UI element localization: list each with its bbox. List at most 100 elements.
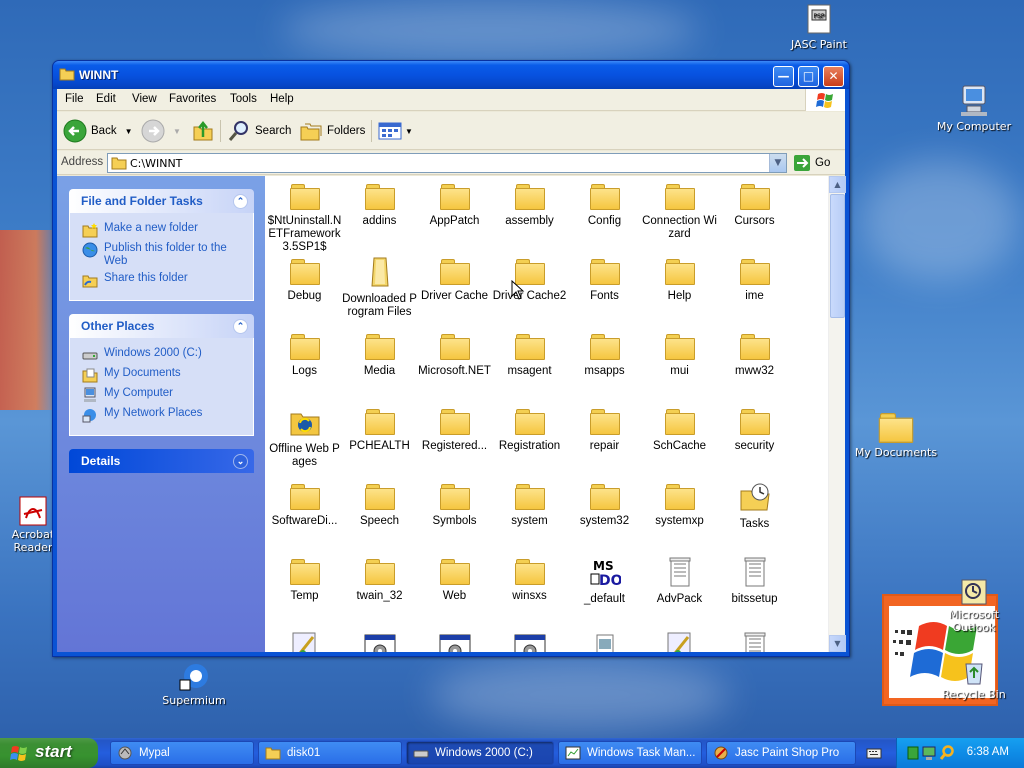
folder-item[interactable]: Registration [492,406,567,453]
folder-item[interactable]: SoftwareDi... [267,481,342,528]
taskbar-task-windows-task-manager[interactable]: Windows Task Man... [558,741,702,765]
file-item[interactable] [417,631,492,652]
collapse-chevron-icon[interactable]: ⌃ [233,319,248,334]
desktop-icon-my-documents[interactable]: My Documents [854,412,938,459]
folder-item[interactable]: Temp [267,556,342,603]
file-item[interactable]: bitssetup [717,556,792,606]
scroll-down-button[interactable]: ▼ [829,635,846,652]
views-button[interactable]: ▼ [377,119,413,143]
close-button[interactable]: ✕ [823,66,844,87]
title-bar[interactable]: WINNT — □ ✕ [53,61,849,89]
folder-item[interactable]: msagent [492,331,567,378]
folder-item[interactable]: system32 [567,481,642,528]
folder-item[interactable]: Cursors [717,181,792,228]
publish-to-web-link[interactable]: Publish this folder to the Web [82,242,247,268]
go-button[interactable]: Go [793,154,830,172]
taskbar-task-windows-2000-c[interactable]: Windows 2000 (C:) [406,741,554,765]
folder-item[interactable]: Downloaded Program Files [342,256,417,319]
make-new-folder-link[interactable]: Make a new folder [82,222,247,238]
folder-item[interactable]: Symbols [417,481,492,528]
folder-item[interactable]: Web [417,556,492,603]
maximize-button[interactable]: □ [798,66,819,87]
folder-item[interactable]: repair [567,406,642,453]
folder-item[interactable]: twain_32 [342,556,417,603]
folder-item[interactable]: $NtUninstall.NETFramework3.5SP1$ [267,181,342,254]
taskbar-task-jasc-paint-shop-pro[interactable]: Jasc Paint Shop Pro [706,741,856,765]
taskbar-task-mypal[interactable]: Mypal [110,741,254,765]
share-folder-link[interactable]: Share this folder [82,272,247,288]
keyboard-icon[interactable] [866,746,882,760]
menu-tools[interactable]: Tools [230,93,257,105]
menu-help[interactable]: Help [270,93,294,105]
folder-item[interactable]: mww32 [717,331,792,378]
taskbar-task-disk01[interactable]: disk01 [258,741,402,765]
folder-item[interactable]: Offline Web Pages [267,406,342,469]
file-item[interactable] [642,631,717,652]
folder-item[interactable]: Help [642,256,717,303]
place-my-documents-link[interactable]: My Documents [82,367,247,383]
folder-item[interactable]: SchCache [642,406,717,453]
folder-item[interactable]: Tasks [717,481,792,531]
file-item[interactable] [342,631,417,652]
menu-edit[interactable]: Edit [96,93,116,105]
folder-item[interactable]: Debug [267,256,342,303]
desktop-icon-microsoft-outlook[interactable]: Microsoft Outlook [932,578,1016,634]
folder-item[interactable]: systemxp [642,481,717,528]
desktop-icon-recycle-bin[interactable]: Recycle Bin [932,658,1016,701]
menu-view[interactable]: View [132,93,157,105]
folder-item[interactable]: PCHEALTH [342,406,417,453]
place-my-network-places-link[interactable]: My Network Places [82,407,247,423]
scroll-thumb[interactable] [830,194,845,318]
display-settings-icon[interactable] [922,745,936,761]
menu-file[interactable]: File [65,93,84,105]
desktop-icon-supermium[interactable]: Supermium [152,662,236,707]
panel-header[interactable]: Other Places ⌃ [69,314,254,338]
address-dropdown-button[interactable]: ▼ [769,154,786,172]
chevron-down-icon[interactable]: ▼ [125,127,133,136]
folder-item[interactable]: assembly [492,181,567,228]
back-button[interactable]: Back ▼ [63,119,133,143]
folder-item[interactable]: Speech [342,481,417,528]
file-item[interactable]: AVI [567,631,642,652]
clock[interactable]: 6:38 AM [967,746,1009,758]
desktop-icon-jasc-paint-shop-pro[interactable]: PSP JASC Paint Shop Pro 7 [777,4,861,52]
folder-item[interactable]: security [717,406,792,453]
search-icon[interactable] [939,745,955,761]
folder-item[interactable]: Registered... [417,406,492,453]
folder-item[interactable]: system [492,481,567,528]
folder-item[interactable]: Driver Cache [417,256,492,303]
address-input[interactable]: C:\WINNT ▼ [107,153,787,173]
folder-item[interactable]: ime [717,256,792,303]
chevron-down-icon[interactable]: ▼ [173,127,181,136]
panel-header[interactable]: Details ⌄ [69,449,254,473]
panel-header[interactable]: File and Folder Tasks ⌃ [69,189,254,213]
folder-item[interactable]: Media [342,331,417,378]
folder-item[interactable]: addins [342,181,417,228]
file-item[interactable] [267,631,342,652]
folder-item[interactable]: AppPatch [417,181,492,228]
up-folder-button[interactable] [191,119,215,143]
start-button[interactable]: start [0,738,98,768]
folder-item[interactable]: Microsoft.NET [417,331,492,378]
collapse-chevron-icon[interactable]: ⌃ [233,194,248,209]
minimize-button[interactable]: — [773,66,794,87]
search-button[interactable]: Search [227,119,291,143]
expand-chevron-icon[interactable]: ⌄ [233,454,248,469]
folders-button[interactable]: Folders [299,119,365,143]
desktop-icon-my-computer[interactable]: My Computer [932,84,1016,133]
place-my-computer-link[interactable]: My Computer [82,387,247,403]
folder-item[interactable]: Driver Cache2 [492,256,567,303]
folder-item[interactable]: Connection Wizard [642,181,717,241]
file-item[interactable] [717,631,792,652]
folder-item[interactable]: Config [567,181,642,228]
folder-item[interactable]: Fonts [567,256,642,303]
file-item[interactable] [492,631,567,652]
folder-item[interactable]: winsxs [492,556,567,603]
menu-favorites[interactable]: Favorites [169,93,216,105]
scroll-up-button[interactable]: ▲ [829,176,846,193]
folder-item[interactable]: msapps [567,331,642,378]
file-item[interactable]: AdvPack [642,556,717,606]
folder-item[interactable]: mui [642,331,717,378]
forward-button[interactable]: ▼ [141,119,181,143]
network-status-icon[interactable] [907,746,919,760]
